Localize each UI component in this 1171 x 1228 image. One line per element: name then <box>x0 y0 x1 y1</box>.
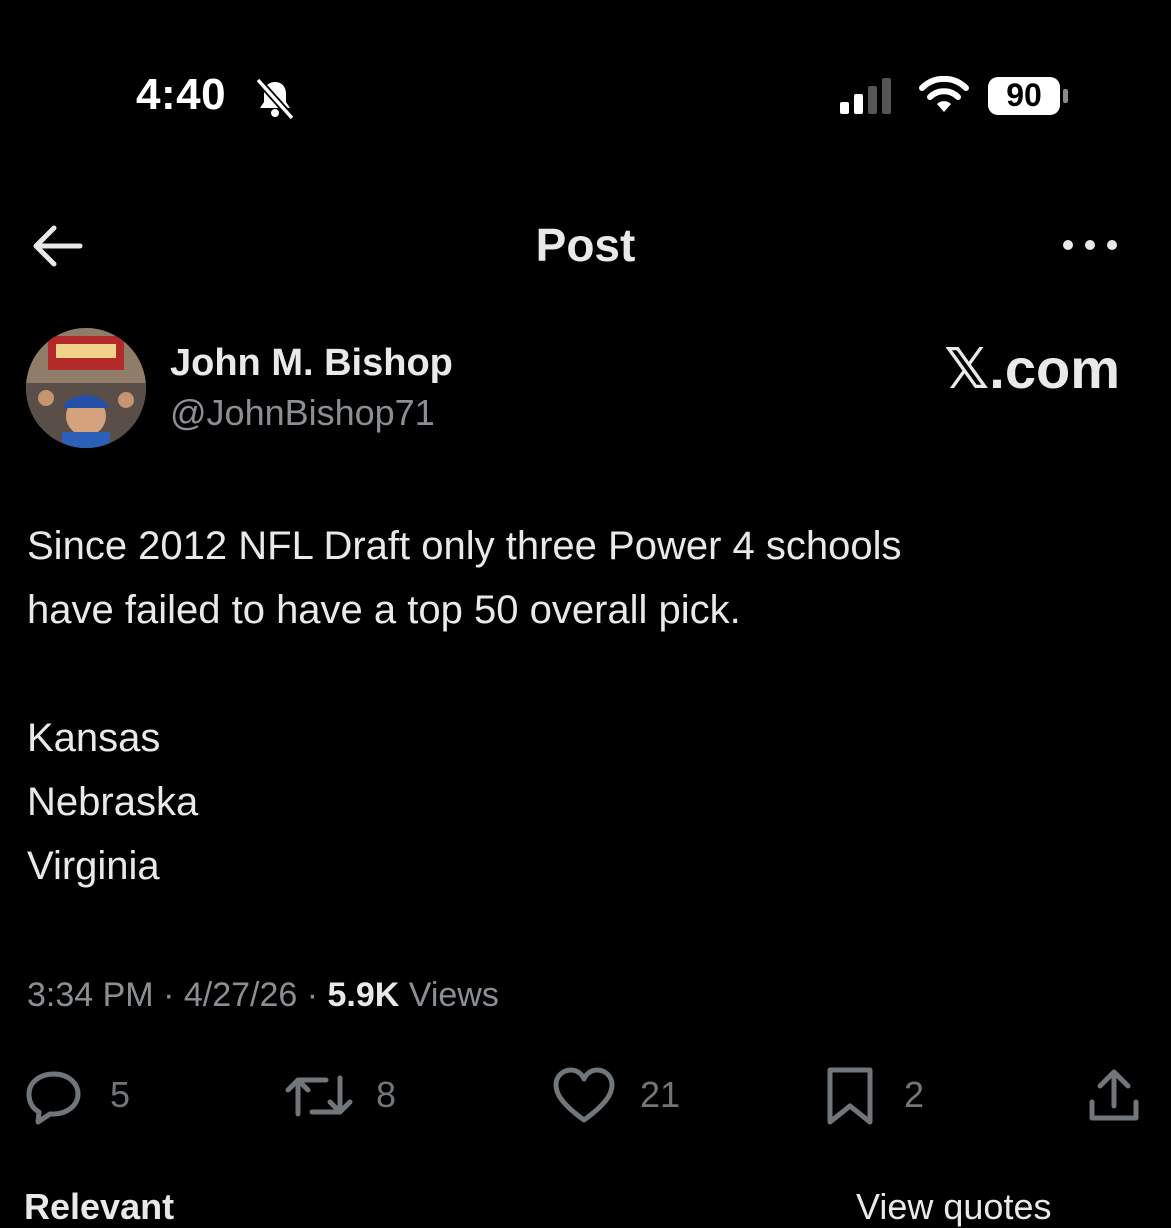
post-text-line: Since 2012 NFL Draft only three Power 4 … <box>27 524 902 568</box>
status-time: 4:40 <box>136 70 227 119</box>
post-text-line: Kansas <box>27 716 161 760</box>
views-count[interactable]: 5.9K <box>328 976 400 1014</box>
bell-muted-icon <box>255 77 295 121</box>
like-count: 21 <box>640 1074 681 1115</box>
author-handle[interactable]: @JohnBishop71 <box>170 392 435 434</box>
repost-button[interactable]: 8 <box>282 1066 412 1126</box>
share-button[interactable] <box>1086 1066 1146 1126</box>
bookmark-count: 2 <box>904 1074 925 1115</box>
post-text-line: Nebraska <box>27 780 199 824</box>
reply-button[interactable]: 5 <box>24 1066 154 1126</box>
reply-icon <box>26 1071 81 1125</box>
bookmark-icon <box>827 1067 873 1125</box>
heart-icon <box>553 1067 615 1123</box>
post-timestamp: 3:34 PM · 4/27/26 · <box>27 976 328 1014</box>
avatar[interactable] <box>26 328 146 448</box>
views-label: Views <box>399 976 499 1014</box>
share-icon <box>1089 1069 1139 1121</box>
avatar-photo <box>26 328 146 448</box>
post-metadata: 3:34 PM · 4/27/26 · 5.9K Views <box>27 976 499 1015</box>
wifi-icon <box>919 76 969 112</box>
repost-icon <box>285 1075 353 1117</box>
post-text-line: have failed to have a top 50 overall pic… <box>27 588 741 632</box>
bookmark-button[interactable]: 2 <box>822 1066 942 1126</box>
cellular-signal-icon <box>840 78 891 114</box>
view-quotes-link[interactable]: View quotes <box>856 1186 1051 1228</box>
more-options-icon[interactable] <box>1058 228 1122 262</box>
battery-percentage: 90 <box>1006 77 1042 113</box>
like-button[interactable]: 21 <box>552 1066 692 1126</box>
reply-count: 5 <box>110 1074 131 1115</box>
page-title: Post <box>535 219 636 271</box>
post-text-line: Virginia <box>27 844 160 888</box>
author-name[interactable]: John M. Bishop <box>170 342 453 385</box>
sort-replies-label[interactable]: Relevant <box>24 1186 174 1228</box>
repost-count: 8 <box>376 1074 397 1115</box>
site-watermark: 𝕏.com <box>944 337 1120 400</box>
